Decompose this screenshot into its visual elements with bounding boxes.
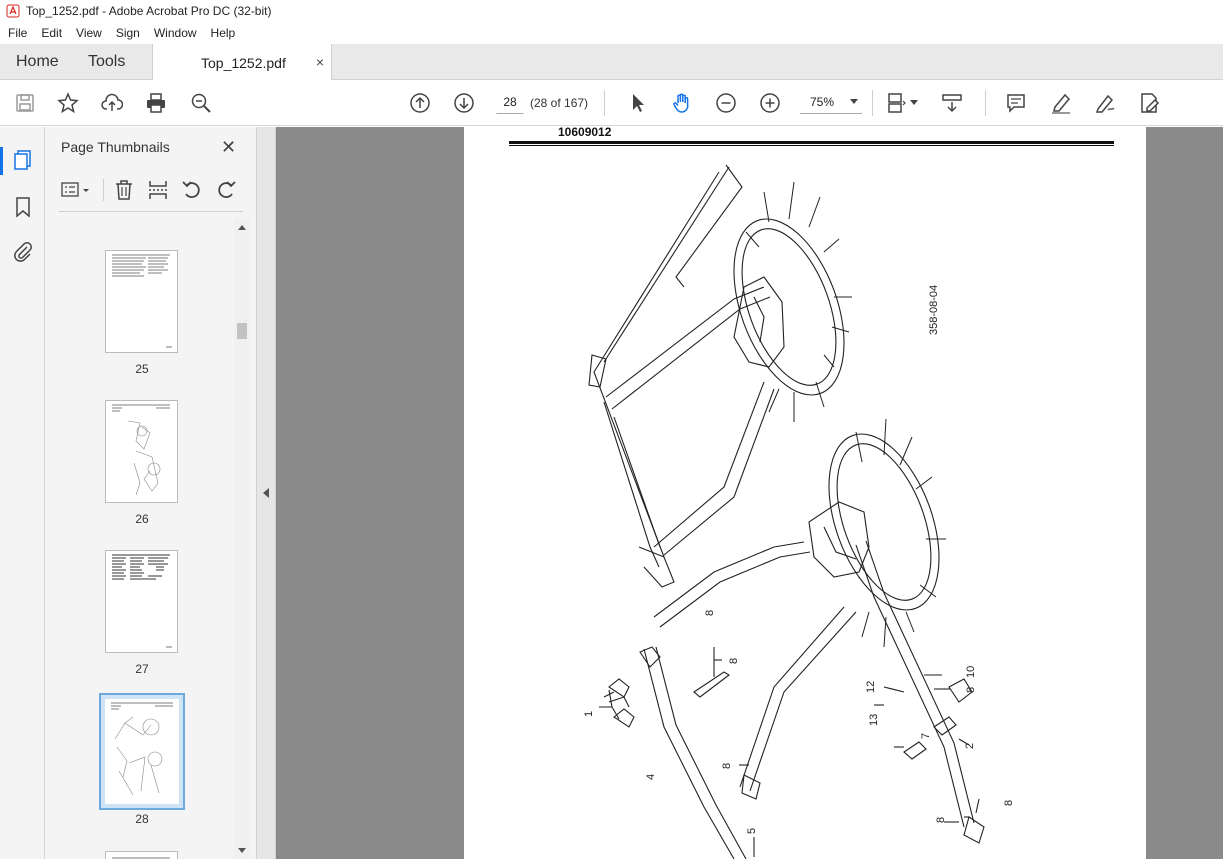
thumbnail-scrollbar[interactable] xyxy=(234,219,250,859)
thumbnail-preview xyxy=(112,857,170,859)
callout: 8 xyxy=(1003,800,1015,806)
chevron-down-icon xyxy=(850,99,858,104)
bookmark-star-icon[interactable] xyxy=(56,91,80,115)
select-pointer-icon[interactable] xyxy=(626,91,650,115)
callout: 8 xyxy=(935,817,947,823)
callout: 8 xyxy=(728,658,740,664)
tab-home[interactable]: Home xyxy=(0,44,74,80)
thumbnail-page-29[interactable] xyxy=(105,851,178,859)
toolbar-divider xyxy=(872,90,873,116)
menu-window[interactable]: Window xyxy=(147,26,204,40)
panel-title: Page Thumbnails xyxy=(61,139,170,155)
scroll-mode-icon[interactable] xyxy=(940,91,964,115)
delete-page-icon[interactable] xyxy=(112,178,136,202)
tab-bar: Home Tools Top_1252.pdf × xyxy=(0,44,1223,81)
thumbnail-page-27[interactable] xyxy=(105,550,178,653)
thumbnails-panel: Page Thumbnails ✕ 24 xyxy=(45,127,257,859)
page-number-input[interactable]: 28 xyxy=(496,90,524,114)
callout: 12 xyxy=(865,681,877,693)
extract-pages-icon[interactable] xyxy=(146,178,170,202)
highlight-pen-icon[interactable] xyxy=(1049,91,1073,115)
zoom-in-icon[interactable] xyxy=(758,91,782,115)
callout: 1 xyxy=(583,711,595,717)
figure-code: 358-08-04 xyxy=(928,285,940,335)
rotate-clockwise-icon[interactable] xyxy=(214,178,238,202)
callout: 8 xyxy=(721,763,733,769)
panel-collapse-strip xyxy=(257,127,276,859)
toolbar xyxy=(0,80,1223,126)
attachments-icon[interactable] xyxy=(11,240,35,264)
save-icon[interactable] xyxy=(13,91,37,115)
parts-diagram: 358-08-04 1 2 4 5 7 8 8 8 8 8 8 10 12 13 xyxy=(583,164,1015,859)
acrobat-icon xyxy=(6,4,20,18)
menu-help[interactable]: Help xyxy=(204,26,243,40)
pdf-page: 10609012 358-08-04 1 2 4 5 7 8 8 8 8 8 8… xyxy=(464,127,1146,859)
options-menu-icon[interactable] xyxy=(59,178,93,202)
tab-document[interactable]: Top_1252.pdf × xyxy=(152,44,332,81)
thumbnail-label: 25 xyxy=(135,362,149,376)
callout: 2 xyxy=(964,743,976,749)
close-panel-icon[interactable]: ✕ xyxy=(221,137,236,158)
rotate-counterclockwise-icon[interactable] xyxy=(180,178,204,202)
thumbnail-label: 27 xyxy=(135,662,149,676)
menu-edit[interactable]: Edit xyxy=(34,26,69,40)
print-icon[interactable] xyxy=(144,91,168,115)
thumbnail-page-25[interactable] xyxy=(105,250,178,353)
thumbnail-page-28-selected[interactable] xyxy=(99,693,185,810)
panel-toolbar xyxy=(59,177,248,203)
thumbnail-label: 26 xyxy=(135,512,149,526)
edit-document-icon[interactable] xyxy=(1137,91,1161,115)
menu-view[interactable]: View xyxy=(69,26,109,40)
bookmarks-icon[interactable] xyxy=(11,195,35,219)
callout: 8 xyxy=(965,687,977,693)
zoom-value: 75% xyxy=(810,94,835,109)
sign-pen-icon[interactable] xyxy=(1093,91,1117,115)
menu-bar: File Edit View Sign Window Help xyxy=(0,22,1223,44)
zoom-select[interactable]: 75% xyxy=(800,90,862,114)
hand-tool-icon[interactable] xyxy=(670,91,694,115)
thumbnail-preview xyxy=(112,404,170,496)
page-thumbnails-icon[interactable] xyxy=(11,148,35,172)
toolbar-divider xyxy=(604,90,605,116)
scroll-down-icon[interactable] xyxy=(238,848,246,853)
next-page-icon[interactable] xyxy=(452,91,476,115)
thumbnail-page-26[interactable] xyxy=(105,400,178,503)
thumbnail-list: 24 25 26 xyxy=(45,219,235,859)
tab-tools[interactable]: Tools xyxy=(74,44,152,80)
window-title: Top_1252.pdf - Adobe Acrobat Pro DC (32-… xyxy=(26,4,272,18)
document-viewer[interactable]: 10609012 358-08-04 1 2 4 5 7 8 8 8 8 8 8… xyxy=(276,127,1223,859)
callout: 4 xyxy=(645,774,657,780)
page-fit-dropdown-icon[interactable] xyxy=(910,100,918,105)
document-tab-label: Top_1252.pdf xyxy=(201,54,286,71)
collapse-panel-icon[interactable] xyxy=(263,488,269,498)
comment-icon[interactable] xyxy=(1004,91,1028,115)
callout: 7 xyxy=(920,733,932,739)
toolbar-divider xyxy=(985,90,986,116)
title-bar: Top_1252.pdf - Adobe Acrobat Pro DC (32-… xyxy=(0,0,1223,22)
callout: 5 xyxy=(746,828,758,834)
panel-divider xyxy=(103,179,104,201)
thumbnail-label: 28 xyxy=(135,812,149,826)
callout: 13 xyxy=(868,714,880,726)
thumbnail-preview xyxy=(112,254,172,348)
menu-file[interactable]: File xyxy=(0,26,34,40)
left-rail xyxy=(0,127,45,859)
close-tab-icon[interactable]: × xyxy=(316,54,324,70)
callout: 8 xyxy=(704,610,716,616)
callout: 10 xyxy=(965,666,977,678)
scrollbar-thumb[interactable] xyxy=(237,323,247,339)
thumbnail-preview xyxy=(105,699,179,804)
thumbnail-preview xyxy=(112,554,172,648)
active-indicator xyxy=(0,147,3,175)
search-zoom-icon[interactable] xyxy=(189,91,213,115)
scroll-up-icon[interactable] xyxy=(238,225,246,230)
zoom-out-icon[interactable] xyxy=(714,91,738,115)
previous-page-icon[interactable] xyxy=(408,91,432,115)
upload-cloud-icon[interactable] xyxy=(100,91,124,115)
panel-divider xyxy=(59,211,243,212)
page-count: (28 of 167) xyxy=(530,96,589,110)
page-fit-icon[interactable] xyxy=(884,91,908,115)
menu-sign[interactable]: Sign xyxy=(109,26,147,40)
